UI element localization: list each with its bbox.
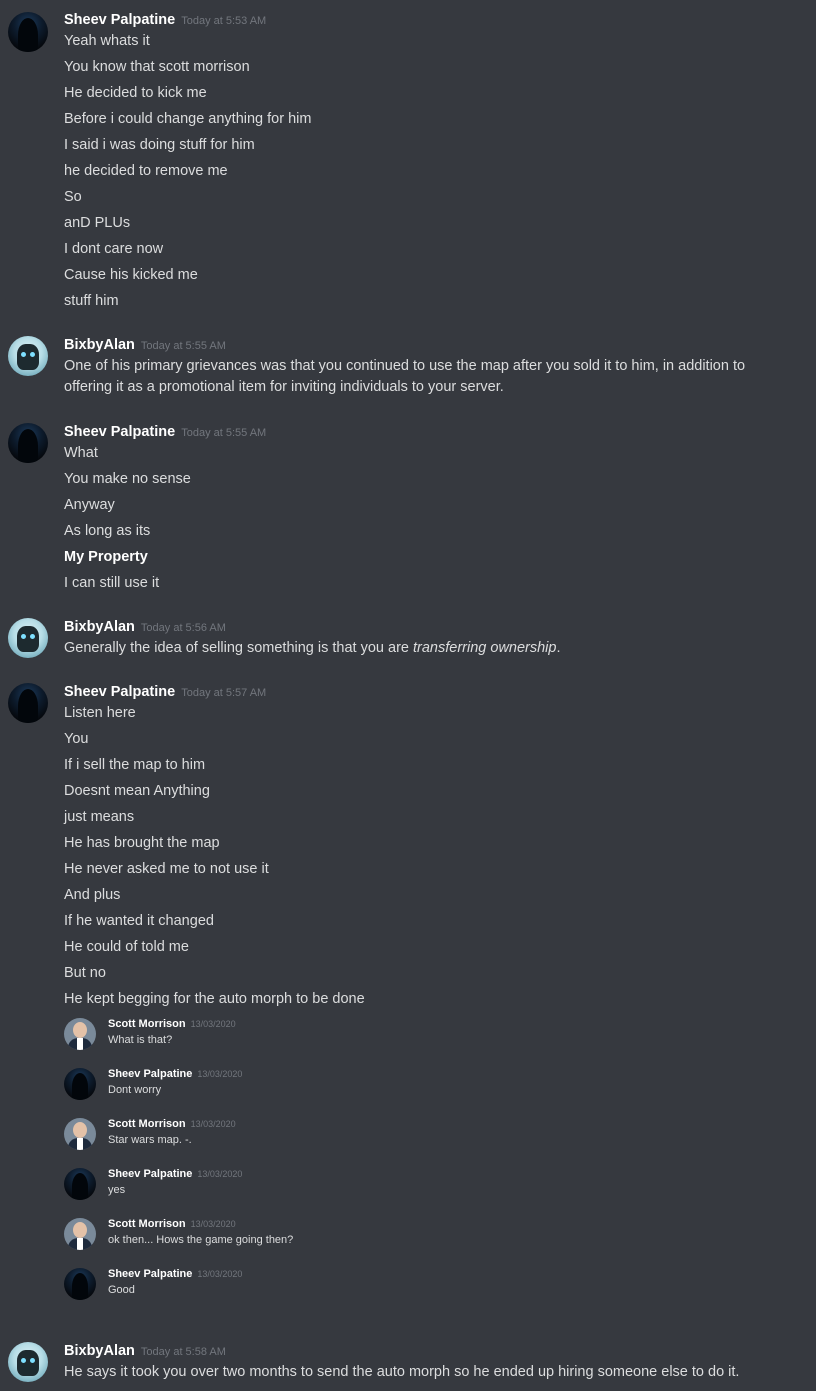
message-line: He says it took you over two months to s… [64, 1364, 740, 1380]
message-line: I dont care now [64, 241, 164, 257]
embedded-message: Sheev Palpatine 13/03/2020 Dont worry [62, 1068, 362, 1108]
embedded-screenshot[interactable]: Scott Morrison 13/03/2020 What is that? S… [62, 1018, 362, 1308]
message-line: He decided to kick me [64, 85, 207, 101]
message-line: Listen here [64, 705, 136, 721]
timestamp: Today at 5:58 AM [140, 1346, 226, 1358]
embedded-header: Sheev Palpatine 13/03/2020 [108, 1268, 242, 1280]
message-line: Anyway [64, 497, 115, 513]
embedded-timestamp: 13/03/2020 [190, 1219, 236, 1229]
embedded-text: What is that? [108, 1034, 173, 1046]
scott-morrison-avatar [64, 1018, 96, 1050]
message-line: Before i could change anything for him [64, 111, 312, 127]
message-line: I said i was doing stuff for him [64, 137, 255, 153]
embedded-header: Sheev Palpatine 13/03/2020 [108, 1068, 242, 1080]
username[interactable]: Sheev Palpatine [64, 684, 175, 700]
embedded-message: Sheev Palpatine 13/03/2020 yes [62, 1168, 362, 1208]
message-line: Cause his kicked me [64, 267, 198, 283]
username[interactable]: BixbyAlan [64, 337, 135, 353]
embedded-timestamp: 13/03/2020 [197, 1269, 243, 1279]
timestamp: Today at 5:53 AM [181, 15, 267, 27]
embedded-message: Scott Morrison 13/03/2020 Star wars map. … [62, 1118, 362, 1158]
scott-morrison-avatar [64, 1218, 96, 1250]
embedded-message: Sheev Palpatine 13/03/2020 Good [62, 1268, 362, 1308]
embedded-username: Sheev Palpatine [108, 1168, 193, 1180]
embedded-username: Scott Morrison [108, 1118, 186, 1130]
message-line: Doesnt mean Anything [64, 783, 210, 799]
message-line: So [64, 189, 82, 205]
timestamp: Today at 5:56 AM [140, 622, 226, 634]
message-header: BixbyAlan Today at 5:58 AM [64, 1340, 226, 1362]
embedded-header: Scott Morrison 13/03/2020 [108, 1118, 236, 1130]
message-line: You make no sense [64, 471, 191, 487]
embedded-username: Sheev Palpatine [108, 1068, 193, 1080]
message-line: he decided to remove me [64, 163, 228, 179]
embedded-username: Scott Morrison [108, 1018, 186, 1030]
embedded-username: Scott Morrison [108, 1218, 186, 1230]
message-line: He kept begging for the auto morph to be… [64, 991, 365, 1007]
avatar[interactable] [8, 336, 48, 376]
message-header: BixbyAlan Today at 5:55 AM [64, 334, 226, 356]
embedded-text: Dont worry [108, 1084, 162, 1096]
embedded-header: Scott Morrison 13/03/2020 [108, 1218, 236, 1230]
avatar[interactable] [8, 423, 48, 463]
message-line: If i sell the map to him [64, 757, 206, 773]
message-header: BixbyAlan Today at 5:56 AM [64, 616, 226, 638]
message-line: just means [64, 809, 135, 825]
message-text-italic: transferring ownership [413, 640, 557, 656]
message-line: stuff him [64, 293, 119, 309]
message-header: Sheev Palpatine Today at 5:55 AM [64, 421, 266, 443]
message-line: Generally the idea of selling something … [64, 638, 804, 658]
message-line: If he wanted it changed [64, 913, 214, 929]
avatar[interactable] [8, 12, 48, 52]
embedded-text: ok then... Hows the game going then? [108, 1234, 294, 1246]
embedded-text: Star wars map. -. [108, 1134, 192, 1146]
hooded-figure-avatar [64, 1168, 96, 1200]
message-header: Sheev Palpatine Today at 5:53 AM [64, 9, 266, 31]
username[interactable]: Sheev Palpatine [64, 12, 175, 28]
message-line: As long as its [64, 523, 151, 539]
message-line: I can still use it [64, 575, 160, 591]
hooded-figure-avatar [64, 1268, 96, 1300]
message-text: Generally the idea of selling something … [64, 640, 414, 656]
username[interactable]: BixbyAlan [64, 1343, 135, 1359]
message-line: But no [64, 965, 106, 981]
message-line: He never asked me to not use it [64, 861, 269, 877]
username[interactable]: BixbyAlan [64, 619, 135, 635]
embedded-header: Sheev Palpatine 13/03/2020 [108, 1168, 242, 1180]
embedded-username: Sheev Palpatine [108, 1268, 193, 1280]
message-header: Sheev Palpatine Today at 5:57 AM [64, 681, 266, 703]
message-line: What [64, 445, 98, 461]
avatar[interactable] [8, 1342, 48, 1382]
embedded-header: Scott Morrison 13/03/2020 [108, 1018, 236, 1030]
embedded-timestamp: 13/03/2020 [197, 1169, 243, 1179]
message-text: . [556, 640, 561, 656]
hooded-figure-avatar [64, 1068, 96, 1100]
embedded-text: yes [108, 1184, 126, 1196]
embedded-message: Scott Morrison 13/03/2020 What is that? [62, 1018, 362, 1058]
message-line: Yeah whats it [64, 33, 150, 49]
message-line: One of his primary grievances was that y… [64, 358, 746, 395]
embedded-timestamp: 13/03/2020 [190, 1119, 236, 1129]
message-line: You [64, 731, 89, 747]
avatar[interactable] [8, 683, 48, 723]
timestamp: Today at 5:57 AM [181, 687, 267, 699]
embedded-text: Good [108, 1284, 135, 1296]
message-line: anD PLUs [64, 215, 131, 231]
avatar[interactable] [8, 618, 48, 658]
embedded-timestamp: 13/03/2020 [190, 1019, 236, 1029]
message-line: And plus [64, 887, 121, 903]
embedded-timestamp: 13/03/2020 [197, 1069, 243, 1079]
timestamp: Today at 5:55 AM [181, 427, 267, 439]
embedded-message: Scott Morrison 13/03/2020 ok then... Hows… [62, 1218, 362, 1258]
message-line: You know that scott morrison [64, 59, 250, 75]
scott-morrison-avatar [64, 1118, 96, 1150]
message-line-bold: My Property [64, 549, 148, 565]
message-line: He could of told me [64, 939, 189, 955]
username[interactable]: Sheev Palpatine [64, 424, 175, 440]
timestamp: Today at 5:55 AM [140, 340, 226, 352]
message-line: He has brought the map [64, 835, 220, 851]
chat-message-list: Sheev Palpatine Today at 5:53 AM Yeah wha… [0, 0, 816, 1391]
